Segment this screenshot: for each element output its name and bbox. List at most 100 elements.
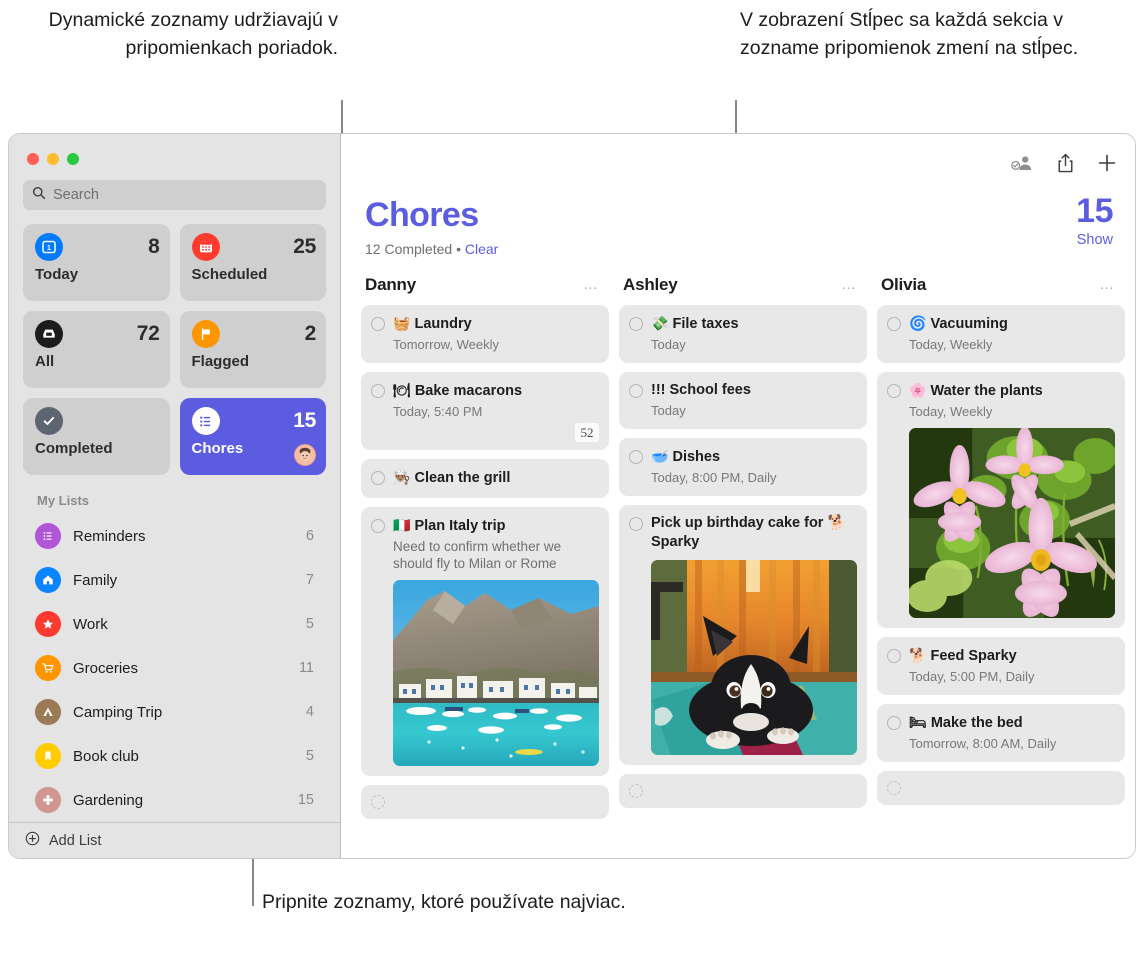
list-item-book-club[interactable]: Book club 5 [23, 734, 326, 778]
list-item-family[interactable]: Family 7 [23, 558, 326, 602]
smart-list-today[interactable]: 1 8 Today [23, 224, 170, 301]
dog-sparky-photo[interactable] [651, 560, 857, 755]
task-complete-toggle[interactable] [887, 716, 901, 730]
task-title: 🇮🇹 Plan Italy trip [393, 516, 599, 536]
task-title-text: Feed Sparky [930, 648, 1017, 664]
plate-icon: 🍽 [393, 382, 411, 398]
column-title: Ashley [623, 275, 678, 294]
task-card-make-the-bed[interactable]: 🛏 Make the bed Tomorrow, 8:00 AM, Daily [877, 704, 1125, 762]
task-card-feed-sparky[interactable]: 🐕 Feed Sparky Today, 5:00 PM, Daily [877, 637, 1125, 695]
list-bullet-icon [35, 523, 61, 549]
sidebar: Search 1 8 Today 25 Scheduled 72 All 2 F… [9, 134, 341, 858]
smart-list-all[interactable]: 72 All [23, 311, 170, 388]
minimize-window-button[interactable] [47, 153, 59, 165]
all-inbox-icon [35, 320, 63, 348]
italy-flag-icon: 🇮🇹 [393, 517, 411, 533]
pink-flowers-photo[interactable] [909, 428, 1115, 618]
close-window-button[interactable] [27, 153, 39, 165]
smart-list-chores[interactable]: 15 Chores [179, 398, 326, 475]
task-complete-toggle[interactable] [887, 317, 901, 331]
list-item-count: 11 [298, 660, 314, 676]
search-placeholder: Search [53, 187, 99, 203]
task-title-text: Bake macarons [414, 383, 523, 399]
column-title: Danny [365, 275, 416, 294]
list-item-label: Groceries [73, 659, 139, 677]
share-export-icon[interactable] [1056, 152, 1075, 174]
list-item-label: Book club [73, 747, 139, 765]
task-title: 🛏 Make the bed [909, 713, 1115, 733]
task-title-text: !!! School fees [651, 382, 751, 398]
tent-icon [35, 699, 61, 725]
task-card-vacuuming[interactable]: 🌀 Vacuuming Today, Weekly [877, 305, 1125, 363]
task-title-text: Make the bed [930, 715, 1023, 731]
task-title-text: Pick up birthday cake for 🐕 Sparky [651, 515, 846, 550]
task-complete-toggle[interactable] [629, 450, 643, 464]
list-item-label: Work [73, 615, 108, 633]
add-reminder-plus-icon[interactable] [1097, 153, 1117, 173]
list-item-gardening[interactable]: Gardening 15 [23, 778, 326, 822]
task-card-bake-macarons[interactable]: 🍽 Bake macarons Today, 5:40 PM 52 [361, 372, 609, 450]
list-item-reminders[interactable]: Reminders 6 [23, 514, 326, 558]
task-complete-toggle[interactable] [887, 384, 901, 398]
basket-icon: 🧺 [393, 315, 411, 331]
task-card-dishes[interactable]: 🥣 Dishes Today, 8:00 PM, Daily [619, 438, 867, 496]
task-complete-toggle[interactable] [371, 317, 385, 331]
task-card-clean-the-grill[interactable]: 👨🏽‍🍳 Clean the grill [361, 459, 609, 498]
task-card-school-fees[interactable]: !!! School fees Today [619, 372, 867, 429]
add-list-button[interactable]: Add List [9, 822, 340, 858]
task-complete-toggle[interactable] [629, 317, 643, 331]
task-card-laundry[interactable]: 🧺 Laundry Tomorrow, Weekly [361, 305, 609, 363]
list-item-camping-trip[interactable]: Camping Trip 4 [23, 690, 326, 734]
list-item-count: 5 [305, 748, 314, 764]
window-toolbar [1010, 152, 1117, 174]
house-icon [35, 567, 61, 593]
column-menu-button[interactable]: … [841, 277, 857, 292]
task-title: 🐕 Feed Sparky [909, 646, 1115, 666]
task-subtitle: Tomorrow, 8:00 AM, Daily [909, 736, 1057, 751]
share-people-icon[interactable] [1010, 153, 1034, 173]
task-title: Pick up birthday cake for 🐕 Sparky [651, 514, 857, 552]
task-card-new-olivia[interactable] [877, 771, 1125, 805]
task-complete-toggle[interactable] [629, 784, 643, 798]
task-attachment-badge[interactable]: 52 [575, 423, 599, 442]
clear-completed-link[interactable]: Clear [465, 241, 498, 257]
task-complete-toggle[interactable] [371, 471, 385, 485]
list-item-count: 4 [305, 704, 314, 720]
callout-column-view: V zobrazení Stĺpec sa každá sekcia v zoz… [740, 9, 1079, 59]
blossom-icon: 🌸 [909, 382, 927, 398]
task-complete-toggle[interactable] [629, 384, 643, 398]
smart-list-completed[interactable]: Completed [23, 398, 170, 475]
smart-list-label: Flagged [191, 353, 250, 370]
task-card-new-danny[interactable] [361, 785, 609, 819]
task-card-plan-italy-trip[interactable]: 🇮🇹 Plan Italy trip Need to confirm wheth… [361, 507, 609, 776]
task-card-new-ashley[interactable] [619, 774, 867, 808]
task-title-text: Vacuuming [930, 316, 1008, 332]
task-title: 🍽 Bake macarons [393, 381, 599, 401]
task-complete-toggle[interactable] [371, 795, 385, 809]
task-card-file-taxes[interactable]: 💸 File taxes Today [619, 305, 867, 363]
column-menu-button[interactable]: … [1099, 277, 1115, 292]
show-completed-link[interactable]: Show [1076, 232, 1113, 248]
italy-coast-photo[interactable] [393, 580, 599, 766]
task-complete-toggle[interactable] [371, 384, 385, 398]
plus-circle-icon [25, 831, 40, 850]
task-complete-toggle[interactable] [887, 649, 901, 663]
bowl-icon: 🥣 [651, 448, 669, 464]
list-item-count: 5 [305, 616, 314, 632]
task-complete-toggle[interactable] [887, 781, 901, 795]
callout-leader-bottom-left [252, 858, 254, 906]
list-item-work[interactable]: Work 5 [23, 602, 326, 646]
smart-list-scheduled[interactable]: 25 Scheduled [179, 224, 326, 301]
add-list-label: Add List [49, 832, 102, 849]
smart-list-count: 2 [304, 322, 317, 345]
task-complete-toggle[interactable] [629, 517, 643, 531]
list-item-groceries[interactable]: Groceries 11 [23, 646, 326, 690]
task-card-birthday-cake[interactable]: Pick up birthday cake for 🐕 Sparky [619, 505, 867, 765]
task-complete-toggle[interactable] [371, 519, 385, 533]
screenshot-root: Dynamické zoznamy udržiavajú v pripomien… [0, 0, 1144, 963]
task-card-water-the-plants[interactable]: 🌸 Water the plants Today, Weekly [877, 372, 1125, 628]
column-menu-button[interactable]: … [583, 277, 599, 292]
search-input[interactable]: Search [23, 180, 326, 210]
maximize-window-button[interactable] [67, 153, 79, 165]
smart-list-flagged[interactable]: 2 Flagged [179, 311, 326, 388]
